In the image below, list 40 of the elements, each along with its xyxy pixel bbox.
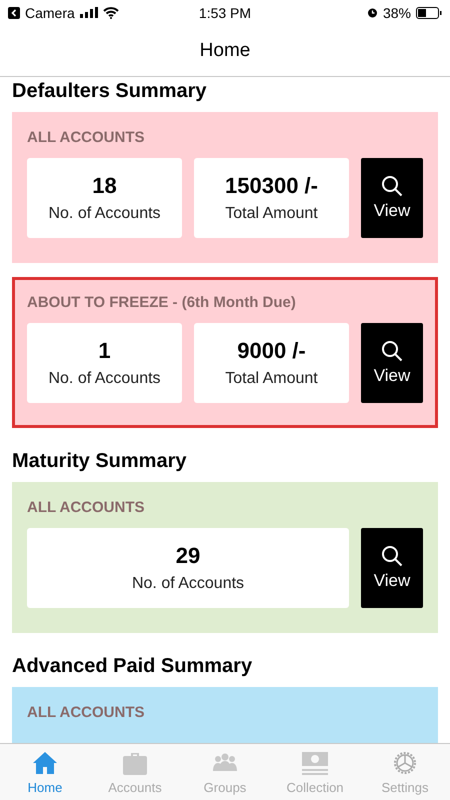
battery-icon — [416, 6, 442, 18]
card-label: ABOUT TO FREEZE - (6th Month Due) — [27, 294, 297, 311]
stat-caption: No. of Accounts — [48, 370, 161, 388]
home-icon — [32, 750, 58, 776]
battery-percent: 38% — [382, 4, 411, 20]
stat-value: 150300 /- — [225, 173, 318, 199]
clock-time: 1:53 PM — [198, 4, 252, 20]
card-label: ALL ACCOUNTS — [27, 129, 146, 146]
card-label: ALL ACCOUNTS — [27, 499, 146, 516]
stat-caption: Total Amount — [225, 205, 318, 223]
stat-caption: No. of Accounts — [48, 205, 161, 223]
search-icon — [381, 545, 403, 567]
back-app-label[interactable]: Camera — [25, 4, 75, 20]
stat-value: 1 — [98, 338, 111, 364]
section-title: Defaulters Summary — [12, 80, 208, 103]
stat-value: 9000 /- — [237, 338, 306, 364]
section-title: Advanced Paid Summary — [12, 655, 254, 678]
signal-icon — [80, 7, 98, 18]
search-icon — [381, 340, 403, 362]
alarm-icon — [366, 7, 378, 18]
tab-item[interactable]: Collection — [270, 744, 360, 800]
wifi-icon — [102, 6, 119, 18]
tab-item[interactable]: Groups — [180, 744, 270, 800]
nav-title: Home — [200, 40, 250, 62]
stat-value: 18 — [92, 173, 117, 199]
tab-item[interactable]: Accounts — [90, 744, 180, 800]
tab-item[interactable]: Home — [0, 744, 90, 800]
cash-icon — [301, 750, 329, 776]
stat-caption: Total Amount — [225, 370, 318, 388]
view-button[interactable]: View — [361, 158, 423, 238]
gear-icon — [392, 750, 418, 776]
section-title: Maturity Summary — [12, 450, 188, 473]
tab-item[interactable]: Settings — [360, 744, 450, 800]
search-icon — [381, 175, 403, 197]
back-icon[interactable] — [8, 6, 20, 18]
view-button[interactable]: View — [361, 323, 423, 403]
stat-caption: No. of Accounts — [132, 575, 244, 593]
card-label: ALL ACCOUNTS — [27, 704, 146, 721]
view-button[interactable]: View — [361, 528, 423, 608]
stat-value: 29 — [176, 543, 200, 569]
